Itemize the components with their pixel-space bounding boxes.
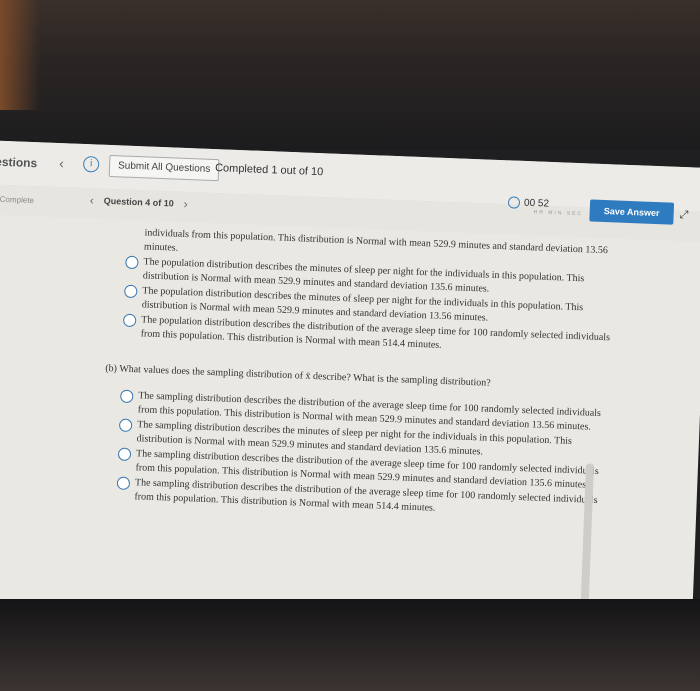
save-answer-button[interactable]: Save Answer [589,199,675,225]
info-icon[interactable]: i [82,155,100,173]
radio-button[interactable] [124,284,138,299]
question-content: individuals from this population. This d… [105,226,626,523]
radio-button[interactable] [118,418,133,433]
radio-button[interactable] [116,476,131,491]
photo-background-bottom [0,599,700,691]
next-question-icon[interactable]: › [183,197,188,211]
questions-nav-link[interactable]: estions [0,155,37,171]
complete-label: Complete [0,194,35,206]
radio-button[interactable] [120,389,134,404]
timer: 00 52 [507,196,550,210]
photo-background-top [0,0,700,150]
expand-icon[interactable]: ⤢ [679,209,688,222]
radio-button[interactable] [122,313,137,328]
timer-value: 00 52 [523,197,550,210]
timer-units: HR MIN SEC [533,209,584,218]
photo-light-glow [0,0,40,110]
question-counter: Question 4 of 10 [103,195,174,209]
chevron-left-icon[interactable]: ‹ [59,155,64,171]
completed-status: Completed 1 out of 10 [214,162,324,179]
clock-icon [507,196,521,209]
radio-button[interactable] [117,447,132,462]
previous-question-icon[interactable]: ‹ [89,193,94,207]
browser-screen: estions ‹ i Submit All Questions Complet… [0,140,700,638]
submit-all-questions-button[interactable]: Submit All Questions [108,154,220,182]
radio-button[interactable] [125,255,139,270]
